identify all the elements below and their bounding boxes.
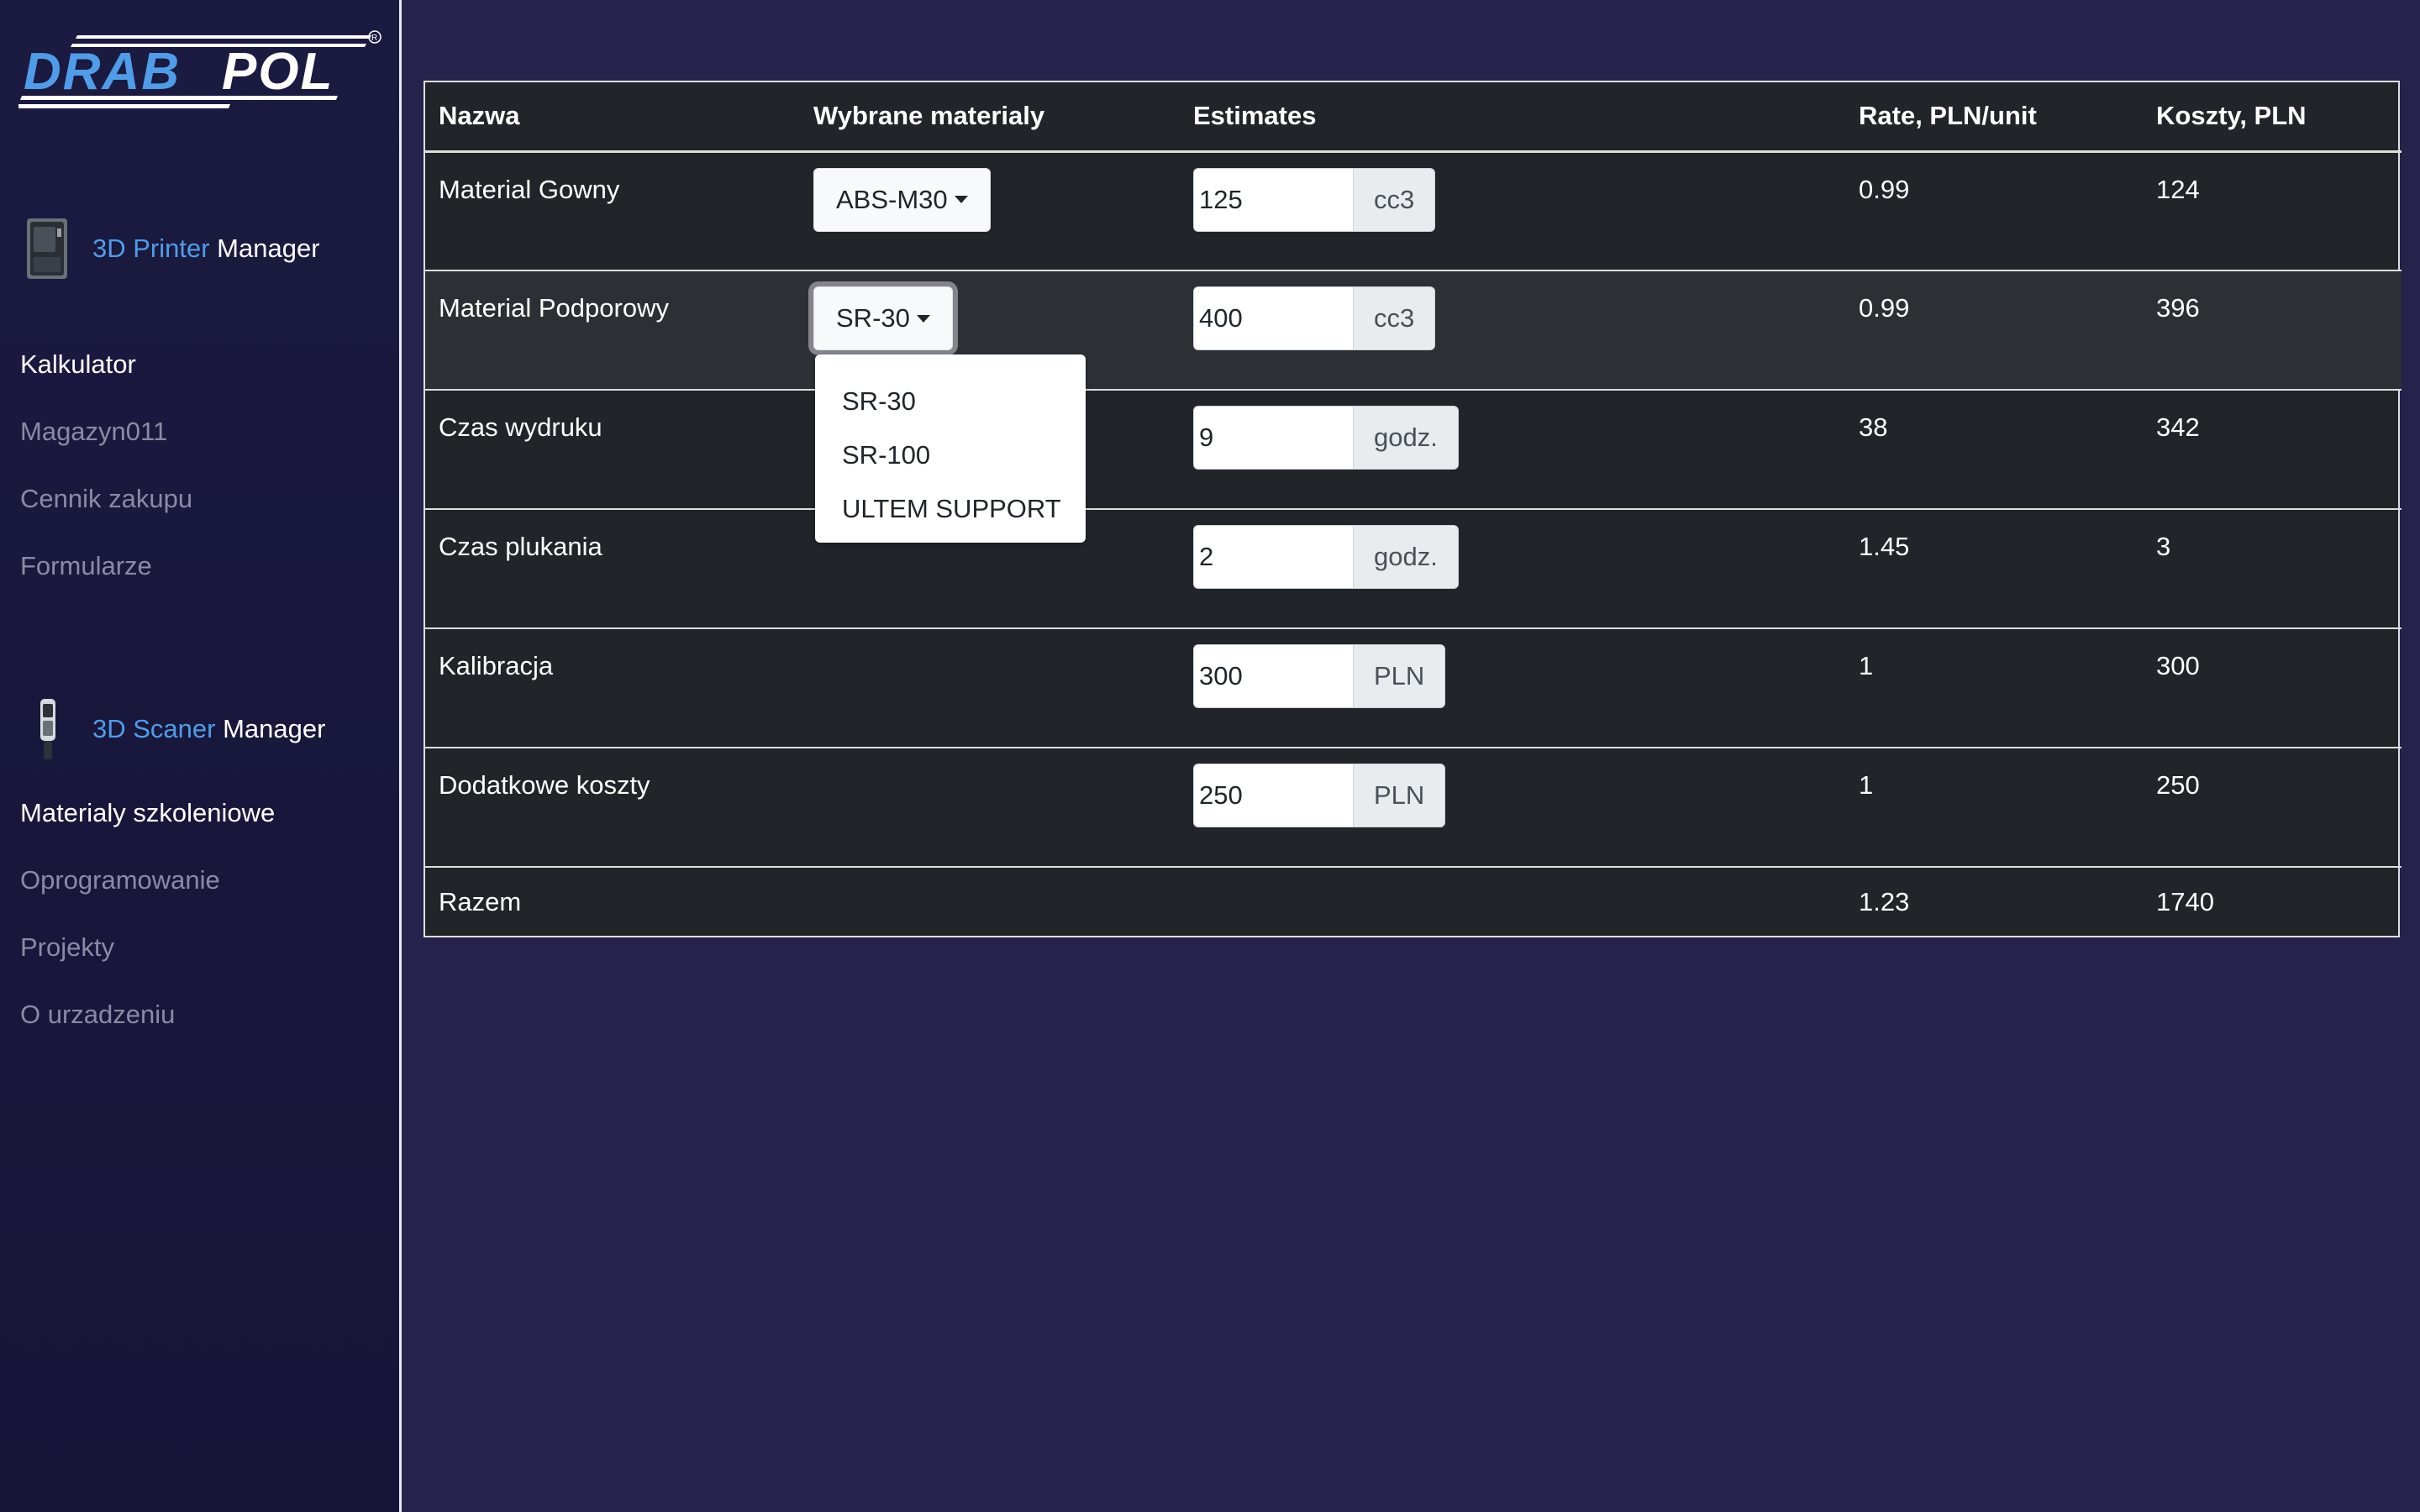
row-name: Material Gowny xyxy=(425,150,800,270)
estimate-cell: godz. xyxy=(1180,508,1845,628)
printer-title-rest: Manager xyxy=(217,234,320,263)
row-rate: 1 xyxy=(1845,747,2143,867)
printer-title-highlight: 3D Printer xyxy=(92,234,210,263)
total-label: Razem xyxy=(425,866,800,936)
estimate-input[interactable] xyxy=(1193,644,1353,708)
svg-text:DRAB: DRAB xyxy=(24,43,181,101)
nav-o-urzadzeniu[interactable]: O urzadzeniu xyxy=(20,1000,175,1030)
dropdown-option-sr-30[interactable]: SR-30 xyxy=(815,375,1086,428)
row-cost: 250 xyxy=(2143,747,2402,867)
estimate-input[interactable] xyxy=(1193,167,1353,232)
dropdown-option-sr-100[interactable]: SR-100 xyxy=(815,428,1086,482)
table-row: Czas plukania godz. 1.45 3 xyxy=(425,508,2402,628)
unit-addon: cc3 xyxy=(1353,167,1436,232)
header-estimates: Estimates xyxy=(1180,82,1845,153)
unit-addon: cc3 xyxy=(1353,286,1436,350)
nav-kalkulator[interactable]: Kalkulator xyxy=(20,349,136,380)
header-wybrane-materialy: Wybrane materialy xyxy=(800,82,1180,153)
nav-magazyn011[interactable]: Magazyn011 xyxy=(20,417,167,447)
scanner-title-rest: Manager xyxy=(223,714,326,743)
row-rate: 1.45 xyxy=(1845,508,2143,628)
unit-addon: godz. xyxy=(1353,525,1459,589)
total-rate: 1.23 xyxy=(1845,866,2143,936)
row-rate: 1 xyxy=(1845,627,2143,748)
table-row: Material Podporowy SR-30 cc3 0.99 396 xyxy=(425,270,2402,390)
estimate-cell: cc3 xyxy=(1180,150,1845,270)
nav-oprogramowanie[interactable]: Oprogramowanie xyxy=(20,865,220,895)
drabpol-logo[interactable]: DRAB POL R xyxy=(18,29,385,113)
table-row: Material Gowny ABS-M30 cc3 0.99 124 xyxy=(425,150,2402,270)
row-name: Czas wydruku xyxy=(425,389,800,509)
material-dropdown-button[interactable]: SR-30 xyxy=(813,286,953,350)
row-rate: 0.99 xyxy=(1845,150,2143,270)
estimate-cell: godz. xyxy=(1180,389,1845,509)
total-empty-cell xyxy=(1180,866,1845,936)
cost-calculator-table: Nazwa Wybrane materialy Estimates Rate, … xyxy=(424,81,2402,937)
header-koszty: Koszty, PLN xyxy=(2143,82,2402,153)
svg-text:POL: POL xyxy=(222,43,334,101)
material-dropdown-button[interactable]: ABS-M30 xyxy=(813,167,991,232)
nav-projekty[interactable]: Projekty xyxy=(20,932,114,963)
material-selected: SR-30 xyxy=(836,303,910,333)
row-name: Dodatkowe koszty xyxy=(425,747,800,867)
total-empty-cell xyxy=(800,866,1180,936)
row-name: Kalibracja xyxy=(425,627,800,748)
row-rate: 38 xyxy=(1845,389,2143,509)
sidebar: DRAB POL R 3D Printer Manager Kalkulator… xyxy=(0,0,402,1512)
unit-addon: PLN xyxy=(1353,764,1446,827)
table-row: Dodatkowe koszty PLN 1 250 xyxy=(425,747,2402,867)
estimate-input-group: godz. xyxy=(1193,406,1459,470)
table-row: Kalibracja PLN 1 300 xyxy=(425,627,2402,748)
estimate-input-group: godz. xyxy=(1193,525,1459,589)
estimate-cell: cc3 xyxy=(1180,270,1845,390)
row-cost: 342 xyxy=(2143,389,2402,509)
material-cell: ABS-M30 xyxy=(800,150,1180,270)
row-cost: 124 xyxy=(2143,150,2402,270)
estimate-cell: PLN xyxy=(1180,627,1845,748)
row-cost: 396 xyxy=(2143,270,2402,390)
estimate-input-group: cc3 xyxy=(1193,167,1436,232)
3d-scanner-icon xyxy=(40,699,55,759)
estimate-input[interactable] xyxy=(1193,525,1353,589)
material-cell xyxy=(800,627,1180,748)
estimate-input[interactable] xyxy=(1193,406,1353,470)
row-cost: 3 xyxy=(2143,508,2402,628)
nav-materialy-szkoleniowe[interactable]: Materialy szkoleniowe xyxy=(20,798,275,828)
row-rate: 0.99 xyxy=(1845,270,2143,390)
row-cost: 300 xyxy=(2143,627,2402,748)
scanner-manager-title: 3D Scaner Manager xyxy=(20,694,325,764)
estimate-input-group: PLN xyxy=(1193,644,1446,708)
nav-cennik-zakupu[interactable]: Cennik zakupu xyxy=(20,484,192,514)
material-dropdown-menu: SR-30 SR-100 ULTEM SUPPORT xyxy=(815,354,1086,543)
row-name: Czas plukania xyxy=(425,508,800,628)
total-cost: 1740 xyxy=(2143,866,2402,936)
table-header-row: Nazwa Wybrane materialy Estimates Rate, … xyxy=(425,82,2402,153)
unit-addon: godz. xyxy=(1353,406,1459,470)
scanner-title-highlight: 3D Scaner xyxy=(92,714,216,743)
estimate-input-group: cc3 xyxy=(1193,286,1436,350)
total-row: Razem 1.23 1740 xyxy=(425,866,2402,936)
header-rate: Rate, PLN/unit xyxy=(1845,82,2143,153)
svg-text:R: R xyxy=(371,34,377,43)
nav-formularze[interactable]: Formularze xyxy=(20,551,152,581)
printer-manager-title: 3D Printer Manager xyxy=(20,213,320,284)
header-nazwa: Nazwa xyxy=(425,82,800,153)
caret-down-icon xyxy=(954,196,968,203)
estimate-input[interactable] xyxy=(1193,286,1353,350)
material-selected: ABS-M30 xyxy=(836,184,948,214)
dropdown-option-ultem-support[interactable]: ULTEM SUPPORT xyxy=(815,482,1086,536)
material-cell xyxy=(800,747,1180,867)
caret-down-icon xyxy=(916,314,930,323)
unit-addon: PLN xyxy=(1353,644,1446,708)
3d-printer-icon xyxy=(27,218,67,279)
estimate-input[interactable] xyxy=(1193,764,1353,827)
row-name: Material Podporowy xyxy=(425,270,800,390)
table-row: Czas wydruku godz. 38 342 xyxy=(425,389,2402,509)
estimate-cell: PLN xyxy=(1180,747,1845,867)
estimate-input-group: PLN xyxy=(1193,764,1446,827)
